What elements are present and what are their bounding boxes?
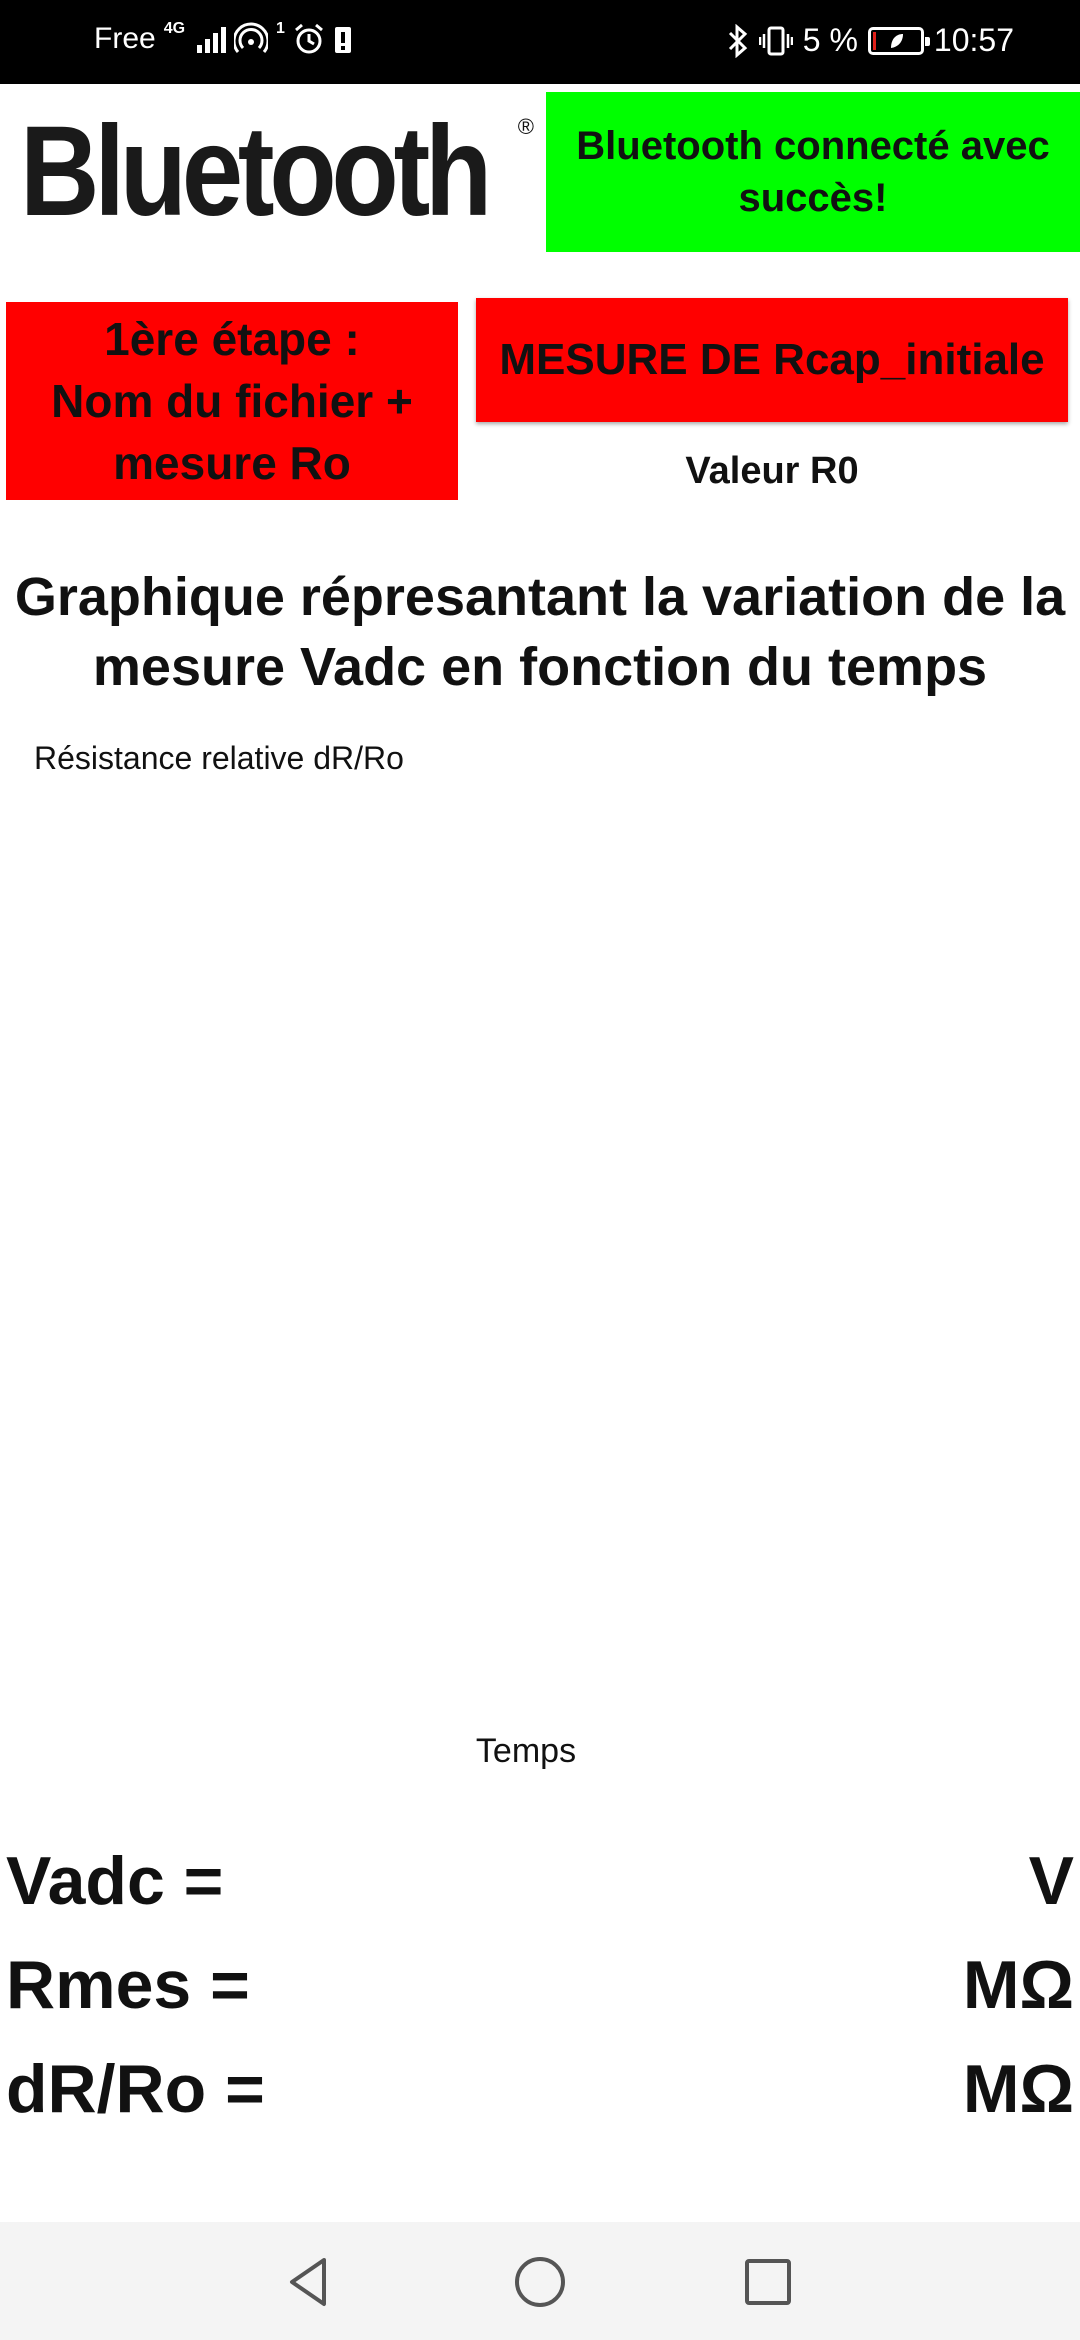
chart-plot-area[interactable]: [34, 740, 1064, 1710]
home-icon[interactable]: [510, 2252, 570, 2312]
step1-file-name-button[interactable]: 1ère étape : Nom du fichier + mesure Ro: [6, 302, 458, 500]
rmes-readout: Rmes = MΩ: [6, 1946, 1074, 2036]
battery-percent: 5 %: [802, 22, 858, 58]
clock: 10:57: [933, 22, 1014, 58]
back-icon[interactable]: [280, 2252, 340, 2312]
measure-rcap-button[interactable]: MESURE DE Rcap_initiale: [476, 298, 1068, 422]
bluetooth-wordmark: Bluetooth: [20, 100, 492, 243]
vadc-unit: V: [1028, 1843, 1074, 1919]
rmes-label: Rmes =: [6, 1947, 250, 2023]
status-left: Free 4G 1: [94, 20, 353, 56]
carrier-label: Free: [94, 22, 156, 55]
chart-title: Graphique répresantant la variation de l…: [14, 567, 1066, 697]
recents-icon[interactable]: [738, 2252, 798, 2312]
chart-y-axis-label: Résistance relative dR/Ro: [34, 740, 404, 776]
status-right: 5 % 10:57: [727, 22, 1014, 59]
r0-value-label: Valeur R0: [685, 450, 859, 492]
network-type-label: 4G: [163, 20, 186, 37]
vadc-label: Vadc =: [6, 1843, 224, 1919]
battery-level-fill: [872, 31, 876, 50]
vibrate-icon: [758, 25, 793, 57]
drro-label: dR/Ro =: [6, 2051, 265, 2127]
drro-readout: dR/Ro = MΩ: [6, 2050, 1074, 2140]
rmes-unit: MΩ: [962, 1947, 1074, 2023]
hotspot-icon: [234, 22, 269, 56]
battery-icon: [867, 26, 930, 55]
chart-x-axis-label: Temps: [475, 1732, 577, 1770]
hotspot-count: 1: [276, 20, 285, 37]
registered-mark: ®: [517, 114, 534, 139]
navigation-bar: [0, 2222, 1080, 2340]
bluetooth-icon: [727, 23, 749, 58]
vadc-readout: Vadc = V: [6, 1842, 1074, 1932]
drro-unit: MΩ: [962, 2051, 1074, 2127]
alarm-icon: [293, 23, 325, 55]
signal-icon: [197, 25, 227, 53]
bluetooth-logo: Bluetooth ®: [6, 94, 536, 250]
alert-icon: [333, 23, 353, 55]
connection-status: Bluetooth connecté avec succès!: [546, 92, 1080, 252]
status-bar: Free 4G 1 5 % 10:57: [0, 0, 1080, 84]
